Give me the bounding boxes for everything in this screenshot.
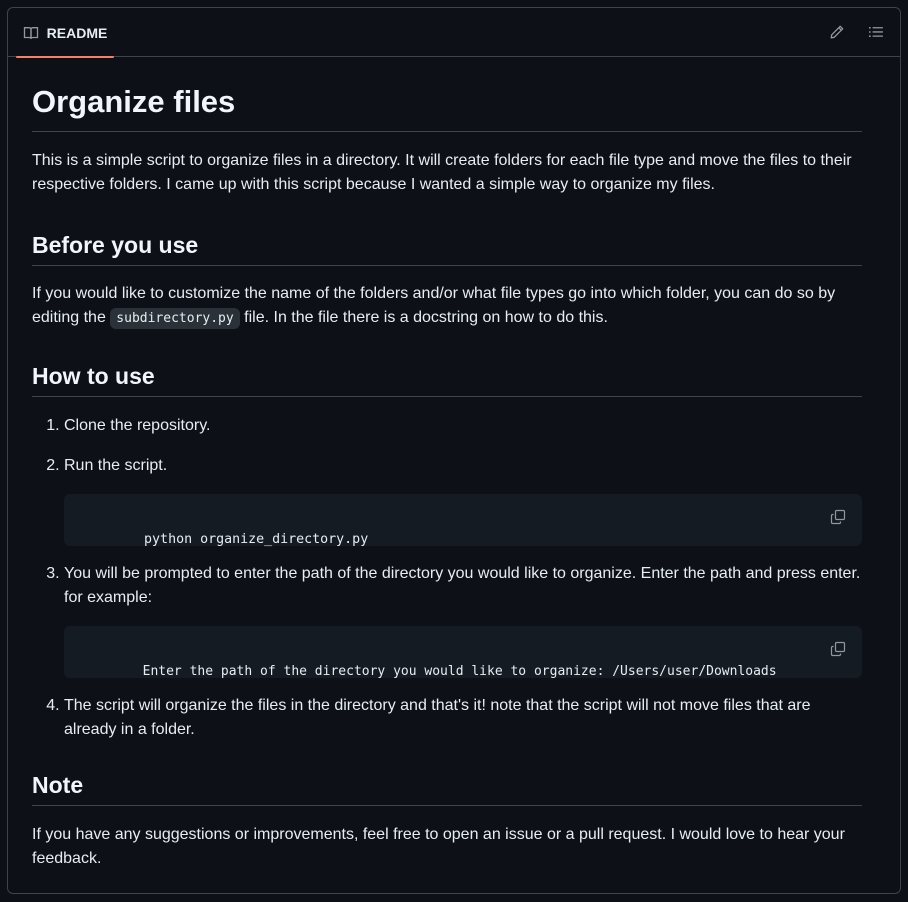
step-3-text: You will be prompted to enter the path o… [64, 565, 861, 606]
list-item: The script will organize the files in th… [64, 694, 862, 742]
heading-how-to-use: How to use [32, 361, 862, 397]
step-4-text: The script will organize the files in th… [64, 697, 811, 738]
intro-paragraph: This is a simple script to organize file… [32, 152, 852, 193]
before-text-2: file. In the file there is a docstring o… [244, 309, 608, 326]
code-block: python organize_directory.py [64, 494, 862, 547]
edit-file-button[interactable] [826, 21, 848, 43]
list-unordered-icon [868, 24, 884, 40]
list-item: Clone the repository. [64, 414, 862, 438]
list-item: Run the script. python organize_director… [64, 454, 862, 547]
step-2-text: Run the script. [64, 457, 168, 474]
tab-active-underline [16, 56, 114, 58]
copy-button[interactable] [828, 507, 848, 527]
code-block: Enter the path of the directory you woul… [64, 626, 862, 679]
heading-before-you-use: Before you use [32, 230, 862, 266]
tab-readme-label: README [46, 24, 108, 41]
readme-header: README [8, 8, 900, 58]
outline-button[interactable] [865, 21, 887, 43]
before-paragraph: If you would like to customize the name … [32, 282, 862, 331]
step-1-text: Clone the repository. [64, 417, 211, 434]
heading-note: Note [32, 770, 862, 806]
copy-icon [830, 509, 846, 525]
inline-code-subdirectory: subdirectory.py [110, 308, 240, 329]
note-paragraph: If you have any suggestions or improveme… [32, 826, 845, 867]
book-icon [23, 25, 39, 41]
copy-button[interactable] [828, 639, 848, 659]
pencil-icon [829, 24, 845, 40]
code-block-text: Enter the path of the directory you woul… [142, 664, 777, 679]
page-title: Organize files [32, 82, 862, 132]
readme-content: Organize files This is a simple script t… [32, 82, 862, 871]
tab-readme[interactable]: README [16, 8, 114, 58]
code-block-text: python organize_directory.py [144, 532, 369, 547]
copy-icon [830, 641, 846, 657]
list-item: You will be prompted to enter the path o… [64, 562, 862, 679]
steps-list: Clone the repository. Run the script. py… [32, 414, 862, 742]
